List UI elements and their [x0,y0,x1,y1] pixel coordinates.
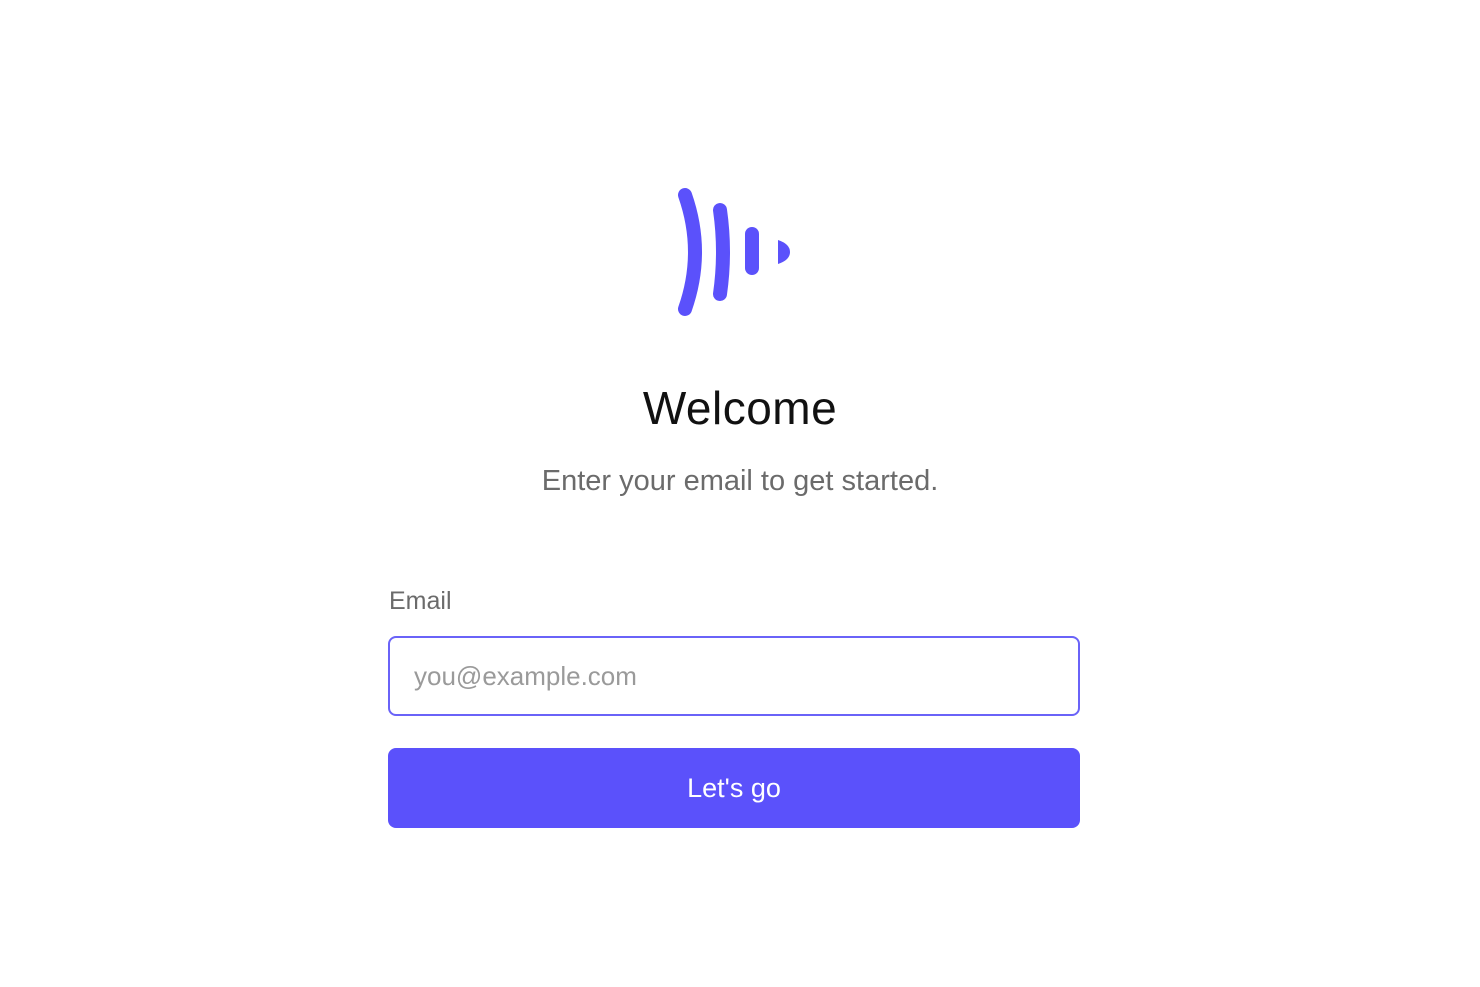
sound-wave-logo-icon [670,182,800,322]
email-field[interactable] [388,636,1080,716]
lets-go-button[interactable]: Let's go [388,748,1080,828]
page-subtitle: Enter your email to get started. [541,465,939,497]
email-label: Email [389,587,452,615]
page-title: Welcome [642,382,838,434]
